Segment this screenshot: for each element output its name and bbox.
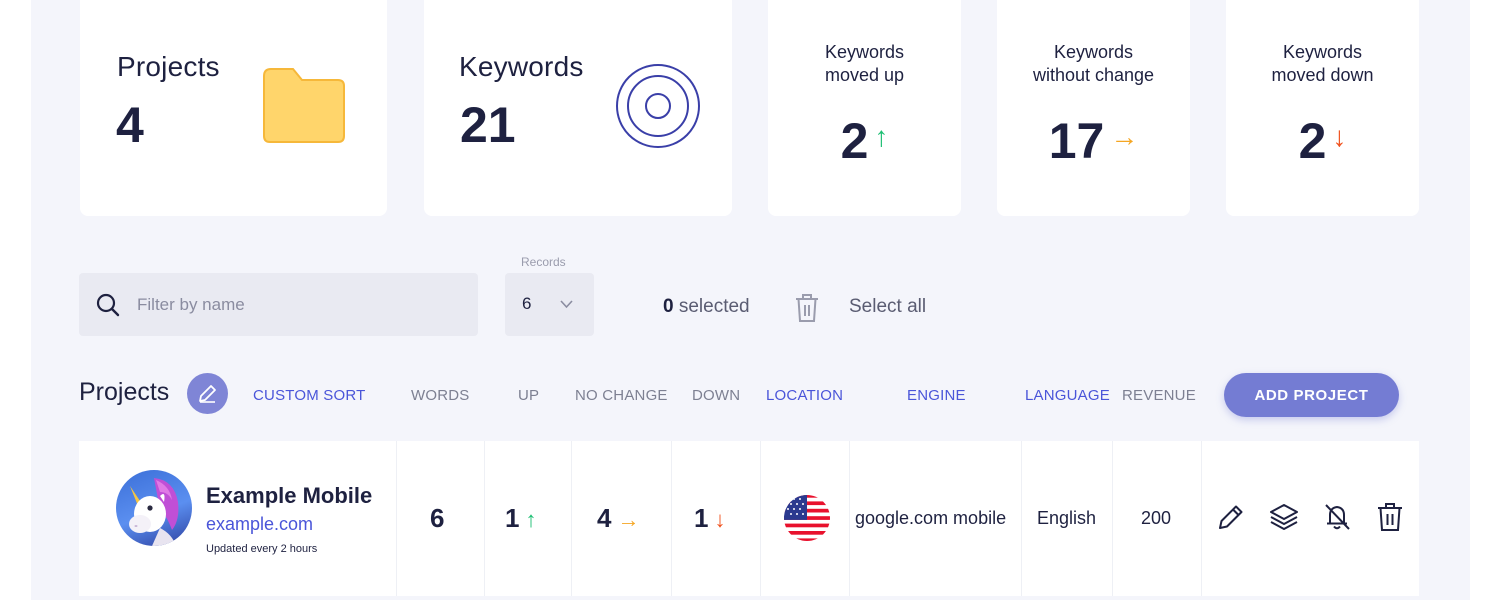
col-words[interactable]: WORDS [411,387,470,404]
keywords-card-title: Keywords [459,51,584,82]
language-cell: English [1022,441,1113,596]
avatar [116,470,192,546]
us-flag-icon [784,495,830,541]
down-cell: 1 ↓ [672,441,761,596]
arrow-right-icon: → [1110,121,1139,152]
records-select[interactable]: 6 [505,273,594,336]
moved-up-card[interactable]: Keywords moved up 2 ↑ [768,0,961,216]
down-value: 1 [694,503,709,533]
moved-up-count: 2 [840,113,869,169]
up-value: 1 [505,503,520,533]
bell-off-icon[interactable] [1322,502,1352,532]
engine-cell: google.com mobile [850,441,1022,596]
no-change-title: Keywords without change [1032,42,1155,85]
keywords-card[interactable]: Keywords 21 [424,0,732,216]
edit-projects-button[interactable] [187,373,228,414]
arrow-up-icon: ↑ [525,507,537,532]
project-name[interactable]: Example Mobile [206,483,372,509]
project-update-frequency: Updated every 2 hours [206,543,318,555]
records-value: 6 [522,294,532,313]
trash-icon[interactable] [1376,502,1404,532]
up-cell: 1 ↑ [485,441,572,596]
actions-cell [1202,441,1419,596]
language-value: English [1037,508,1097,528]
chevron-down-icon [560,300,573,309]
no-change-count: 17 [1048,113,1105,169]
moved-down-card[interactable]: Keywords moved down 2 ↓ [1226,0,1419,216]
delete-selected-icon[interactable] [795,293,819,323]
col-no-change[interactable]: NO CHANGE [575,387,668,404]
selected-counter: 0 selected [663,296,750,318]
projects-card[interactable]: Projects 4 [80,0,387,216]
custom-sort-link[interactable]: CUSTOM SORT [253,387,366,404]
unicorn-avatar-icon [129,478,179,546]
col-location[interactable]: LOCATION [766,387,843,404]
col-up[interactable]: UP [518,387,539,404]
no-change-value: 4 [597,503,612,533]
add-project-button[interactable]: ADD PROJECT [1224,373,1399,417]
revenue-cell: 200 [1113,441,1202,596]
project-domain[interactable]: example.com [206,514,313,535]
records-label: Records [521,255,566,269]
select-all-link[interactable]: Select all [849,296,926,318]
keywords-count: 21 [460,97,516,153]
search-input[interactable] [137,273,457,336]
arrow-up-icon: ↑ [874,121,889,152]
table-row[interactable]: Example Mobile example.com Updated every… [79,441,1419,596]
moved-down-count: 2 [1298,113,1327,169]
words-cell: 6 [397,441,485,596]
search-box[interactable] [79,273,478,336]
projects-count: 4 [116,97,144,153]
moved-up-title: Keywords moved up [824,42,905,85]
words-value: 6 [430,503,445,533]
col-down[interactable]: DOWN [692,387,740,404]
revenue-value: 200 [1141,508,1172,528]
selected-label: selected [678,296,750,317]
no-change-cell: 4 → [572,441,672,596]
projects-card-title: Projects [117,51,220,82]
projects-heading: Projects [79,378,170,406]
arrow-right-icon: → [617,507,640,532]
pencil-icon [199,385,216,403]
engine-value: google.com mobile [855,508,1007,528]
no-change-card[interactable]: Keywords without change 17 → [997,0,1190,216]
edit-icon[interactable] [1216,502,1246,532]
col-engine[interactable]: ENGINE [907,387,966,404]
target-icon [616,64,700,148]
folder-icon [263,68,345,143]
layers-icon[interactable] [1268,502,1300,532]
search-icon [96,293,120,317]
col-revenue[interactable]: REVENUE [1122,387,1196,404]
arrow-down-icon: ↓ [714,507,726,532]
moved-down-title: Keywords moved down [1271,42,1374,85]
arrow-down-icon: ↓ [1332,121,1347,152]
project-cell[interactable]: Example Mobile example.com Updated every… [79,441,397,596]
col-language[interactable]: LANGUAGE [1025,387,1110,404]
location-cell [761,441,850,596]
selected-count: 0 [663,296,674,317]
